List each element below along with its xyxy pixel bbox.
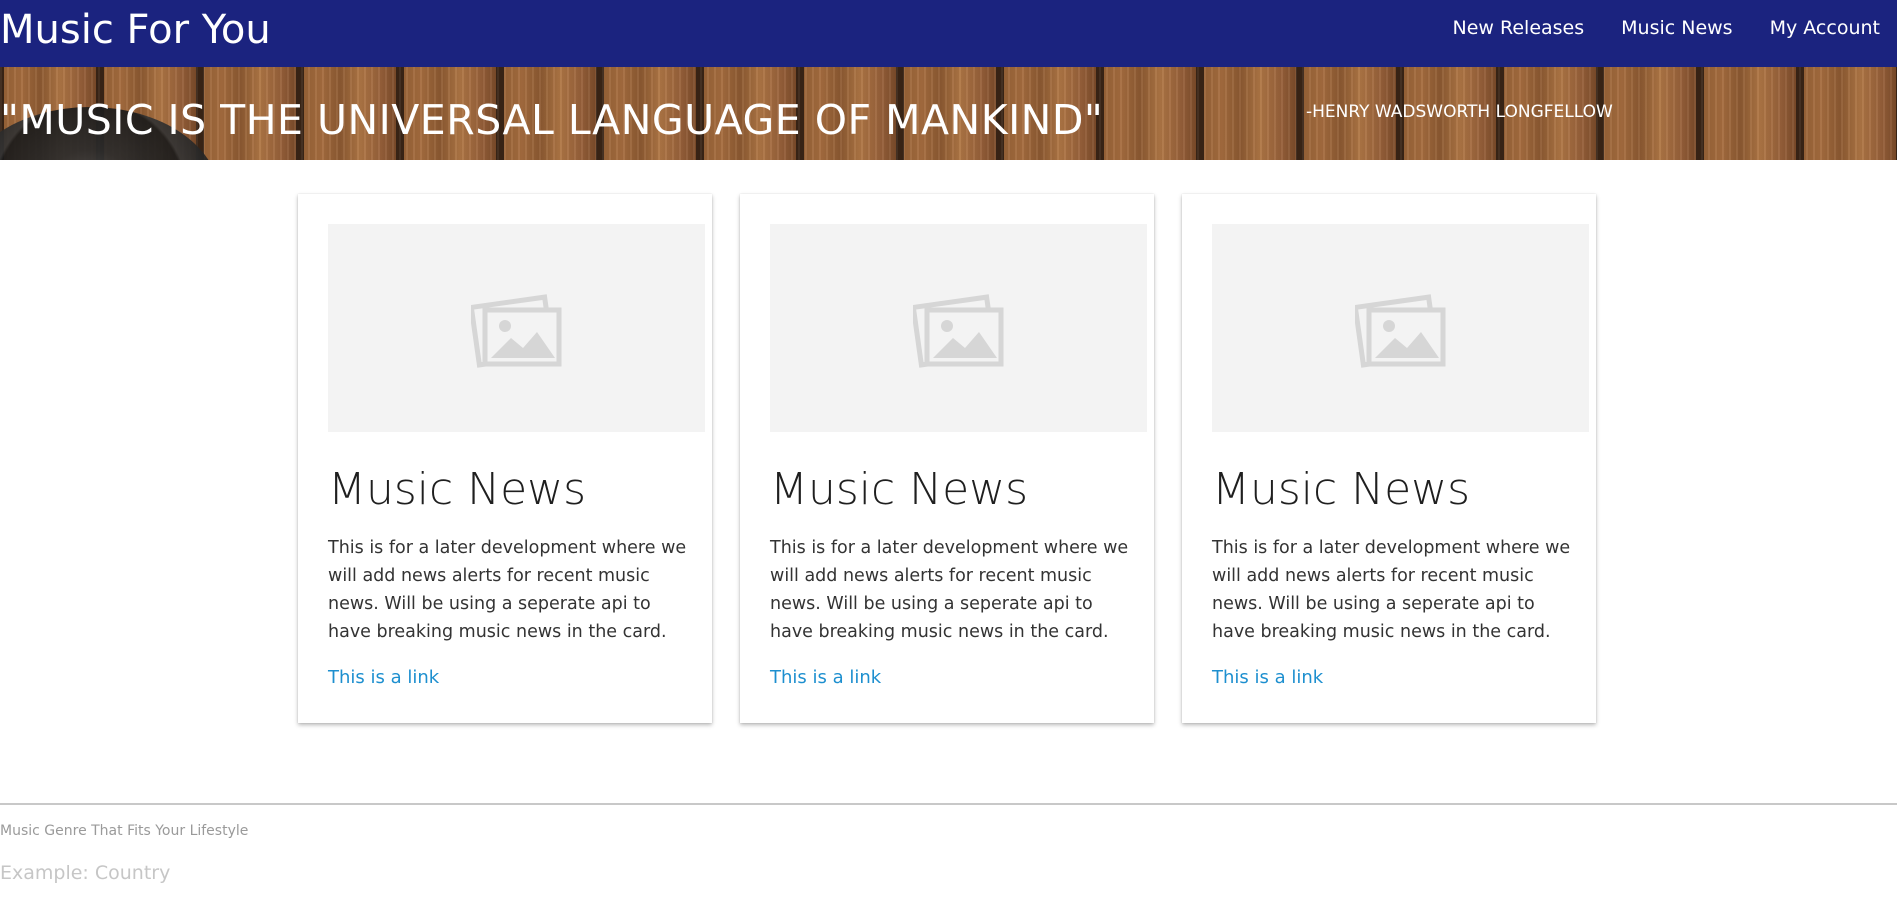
nav-link-my-account[interactable]: My Account (1770, 16, 1880, 40)
card-text: This is for a later development where we… (770, 538, 1129, 642)
card-link[interactable]: This is a link (1212, 666, 1323, 690)
hero-banner: "MUSIC IS THE UNIVERSAL LANGUAGE OF MANK… (0, 67, 1897, 160)
card-text: This is for a later development where we… (1212, 538, 1571, 642)
hero-quote: "MUSIC IS THE UNIVERSAL LANGUAGE OF MANK… (0, 96, 1104, 144)
nav-links: New Releases Music News My Account (1453, 16, 1880, 40)
card-text: This is for a later development where we… (328, 538, 687, 642)
genre-field-label: Music Genre That Fits Your Lifestyle (0, 823, 249, 839)
card-link[interactable]: This is a link (328, 666, 439, 690)
image-placeholder-icon (470, 294, 561, 368)
card-title: Music News (328, 464, 587, 515)
news-card: Music News This is for a later developme… (740, 194, 1154, 723)
news-card: Music News This is for a later developme… (1182, 194, 1596, 723)
card-link[interactable]: This is a link (770, 666, 881, 690)
image-placeholder-icon (912, 294, 1003, 368)
card-title: Music News (1212, 464, 1471, 515)
news-cards: Music News This is for a later developme… (298, 194, 1596, 723)
nav-link-new-releases[interactable]: New Releases (1453, 16, 1585, 40)
card-image-placeholder (770, 224, 1147, 432)
genre-input[interactable] (0, 858, 600, 888)
news-card: Music News This is for a later developme… (298, 194, 712, 723)
image-placeholder-icon (1354, 294, 1445, 368)
card-image-placeholder (328, 224, 705, 432)
card-image-placeholder (1212, 224, 1589, 432)
brand-title[interactable]: Music For You (0, 6, 271, 54)
top-navbar: Music For You New Releases Music News My… (0, 0, 1897, 67)
nav-link-music-news[interactable]: Music News (1621, 16, 1732, 40)
card-title: Music News (770, 464, 1029, 515)
hero-quote-author: -HENRY WADSWORTH LONGFELLOW (1306, 102, 1613, 122)
footer-divider (0, 803, 1897, 805)
